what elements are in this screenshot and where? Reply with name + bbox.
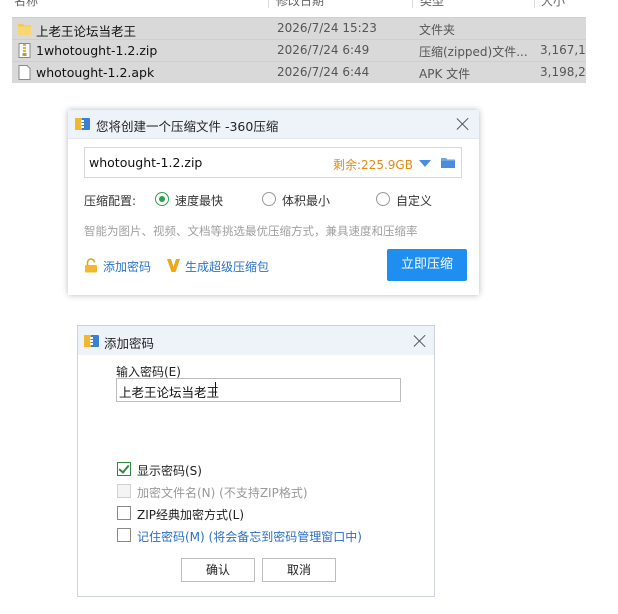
radio-fastest-label[interactable]: 速度最快 — [175, 192, 223, 209]
file-explorer-list: 名称 修改日期 类型 大小 上老王论坛当老王 2026/7/24 15:23 文… — [0, 0, 618, 90]
compress-config-label: 压缩配置: — [84, 194, 137, 208]
file-size: 3,167,1 — [540, 43, 586, 57]
text-caret — [215, 382, 216, 396]
file-type: 压缩(zipped)文件... — [419, 45, 528, 59]
column-header-name[interactable]: 名称 — [14, 0, 38, 8]
add-password-label: 添加密码 — [103, 260, 152, 274]
file-name: whotought-1.2.apk — [36, 65, 155, 80]
file-type: 文件夹 — [419, 23, 456, 37]
column-divider — [412, 0, 413, 8]
confirm-button[interactable]: 确认 — [181, 558, 255, 582]
radio-custom-label[interactable]: 自定义 — [396, 192, 432, 209]
file-name: 上老王论坛当老王 — [36, 24, 137, 39]
vip-v-icon — [167, 259, 180, 272]
zip-classic-encryption-label[interactable]: ZIP经典加密方式(L) — [137, 506, 244, 523]
file-row[interactable]: 上老王论坛当老王 2026/7/24 15:23 文件夹 — [12, 17, 586, 39]
archive-path-field[interactable]: whotought-1.2.zip 剩余:225.9GB — [84, 147, 462, 178]
compress-hint-text: 智能为图片、视频、文档等挑选最优压缩方式，兼具速度和压缩率 — [84, 224, 418, 238]
encrypt-filenames-checkbox — [117, 484, 131, 498]
encrypt-filenames-label: 加密文件名(N) (不支持ZIP格式) — [137, 486, 308, 500]
cancel-button[interactable]: 取消 — [262, 558, 336, 582]
compress-now-button[interactable]: 立即压缩 — [387, 249, 467, 281]
password-value: 上老王论坛当老王 — [119, 385, 220, 400]
close-icon[interactable] — [411, 332, 429, 350]
file-date: 2026/7/24 6:44 — [277, 65, 370, 79]
free-space-label: 剩余:225.9GB — [333, 158, 413, 172]
compress-dialog: 您将创建一个压缩文件 -360压缩 whotought-1.2.zip 剩余:2… — [68, 110, 479, 295]
file-size: 3,198,2 — [540, 65, 586, 79]
lock-icon — [85, 258, 97, 273]
radio-smallest[interactable] — [262, 192, 276, 206]
file-row[interactable]: 1whotought-1.2.zip 2026/7/24 6:49 压缩(zip… — [12, 39, 586, 61]
file-row[interactable]: whotought-1.2.apk 2026/7/24 6:44 APK 文件 … — [12, 61, 586, 83]
column-divider — [268, 0, 269, 8]
password-input[interactable]: 上老王论坛当老王 — [116, 378, 401, 402]
file-type: APK 文件 — [419, 67, 471, 81]
folder-icon — [18, 24, 31, 35]
browse-folder-icon[interactable] — [440, 155, 456, 170]
file-date: 2026/7/24 15:23 — [277, 21, 377, 35]
chevron-down-icon[interactable] — [419, 160, 431, 167]
file-date: 2026/7/24 6:49 — [277, 43, 370, 57]
column-header-date[interactable]: 修改日期 — [276, 0, 324, 8]
zip-file-icon — [18, 43, 31, 58]
password-dialog-title: 添加密码 — [104, 336, 155, 351]
password-dialog-titlebar[interactable]: 添加密码 — [78, 326, 434, 355]
add-password-dialog: 添加密码 输入密码(E) 上老王论坛当老王 显示密码(S) 加密文件名(N) (… — [77, 325, 435, 597]
radio-fastest[interactable] — [155, 192, 169, 206]
file-name: 1whotought-1.2.zip — [36, 43, 158, 58]
file-icon — [18, 65, 31, 80]
show-password-label[interactable]: 显示密码(S) — [137, 462, 202, 479]
remember-password-label[interactable]: 记住密码(M) (将会备忘到密码管理窗口中) — [137, 528, 362, 545]
archive-app-icon — [84, 335, 99, 347]
radio-custom[interactable] — [376, 192, 390, 206]
zip-classic-encryption-checkbox[interactable] — [117, 506, 131, 520]
column-divider — [534, 0, 535, 8]
column-header-type[interactable]: 类型 — [420, 0, 444, 8]
compress-dialog-title: 您将创建一个压缩文件 -360压缩 — [96, 119, 279, 134]
compress-dialog-titlebar[interactable]: 您将创建一个压缩文件 -360压缩 — [68, 110, 479, 139]
radio-smallest-label[interactable]: 体积最小 — [282, 192, 330, 209]
remember-password-checkbox[interactable] — [117, 528, 131, 542]
super-compress-label: 生成超级压缩包 — [185, 260, 270, 274]
archive-app-icon — [75, 118, 90, 130]
show-password-checkbox[interactable] — [117, 462, 131, 476]
column-header-size[interactable]: 大小 — [541, 0, 565, 8]
archive-file-name[interactable]: whotought-1.2.zip — [89, 155, 202, 170]
close-icon[interactable] — [454, 115, 472, 133]
